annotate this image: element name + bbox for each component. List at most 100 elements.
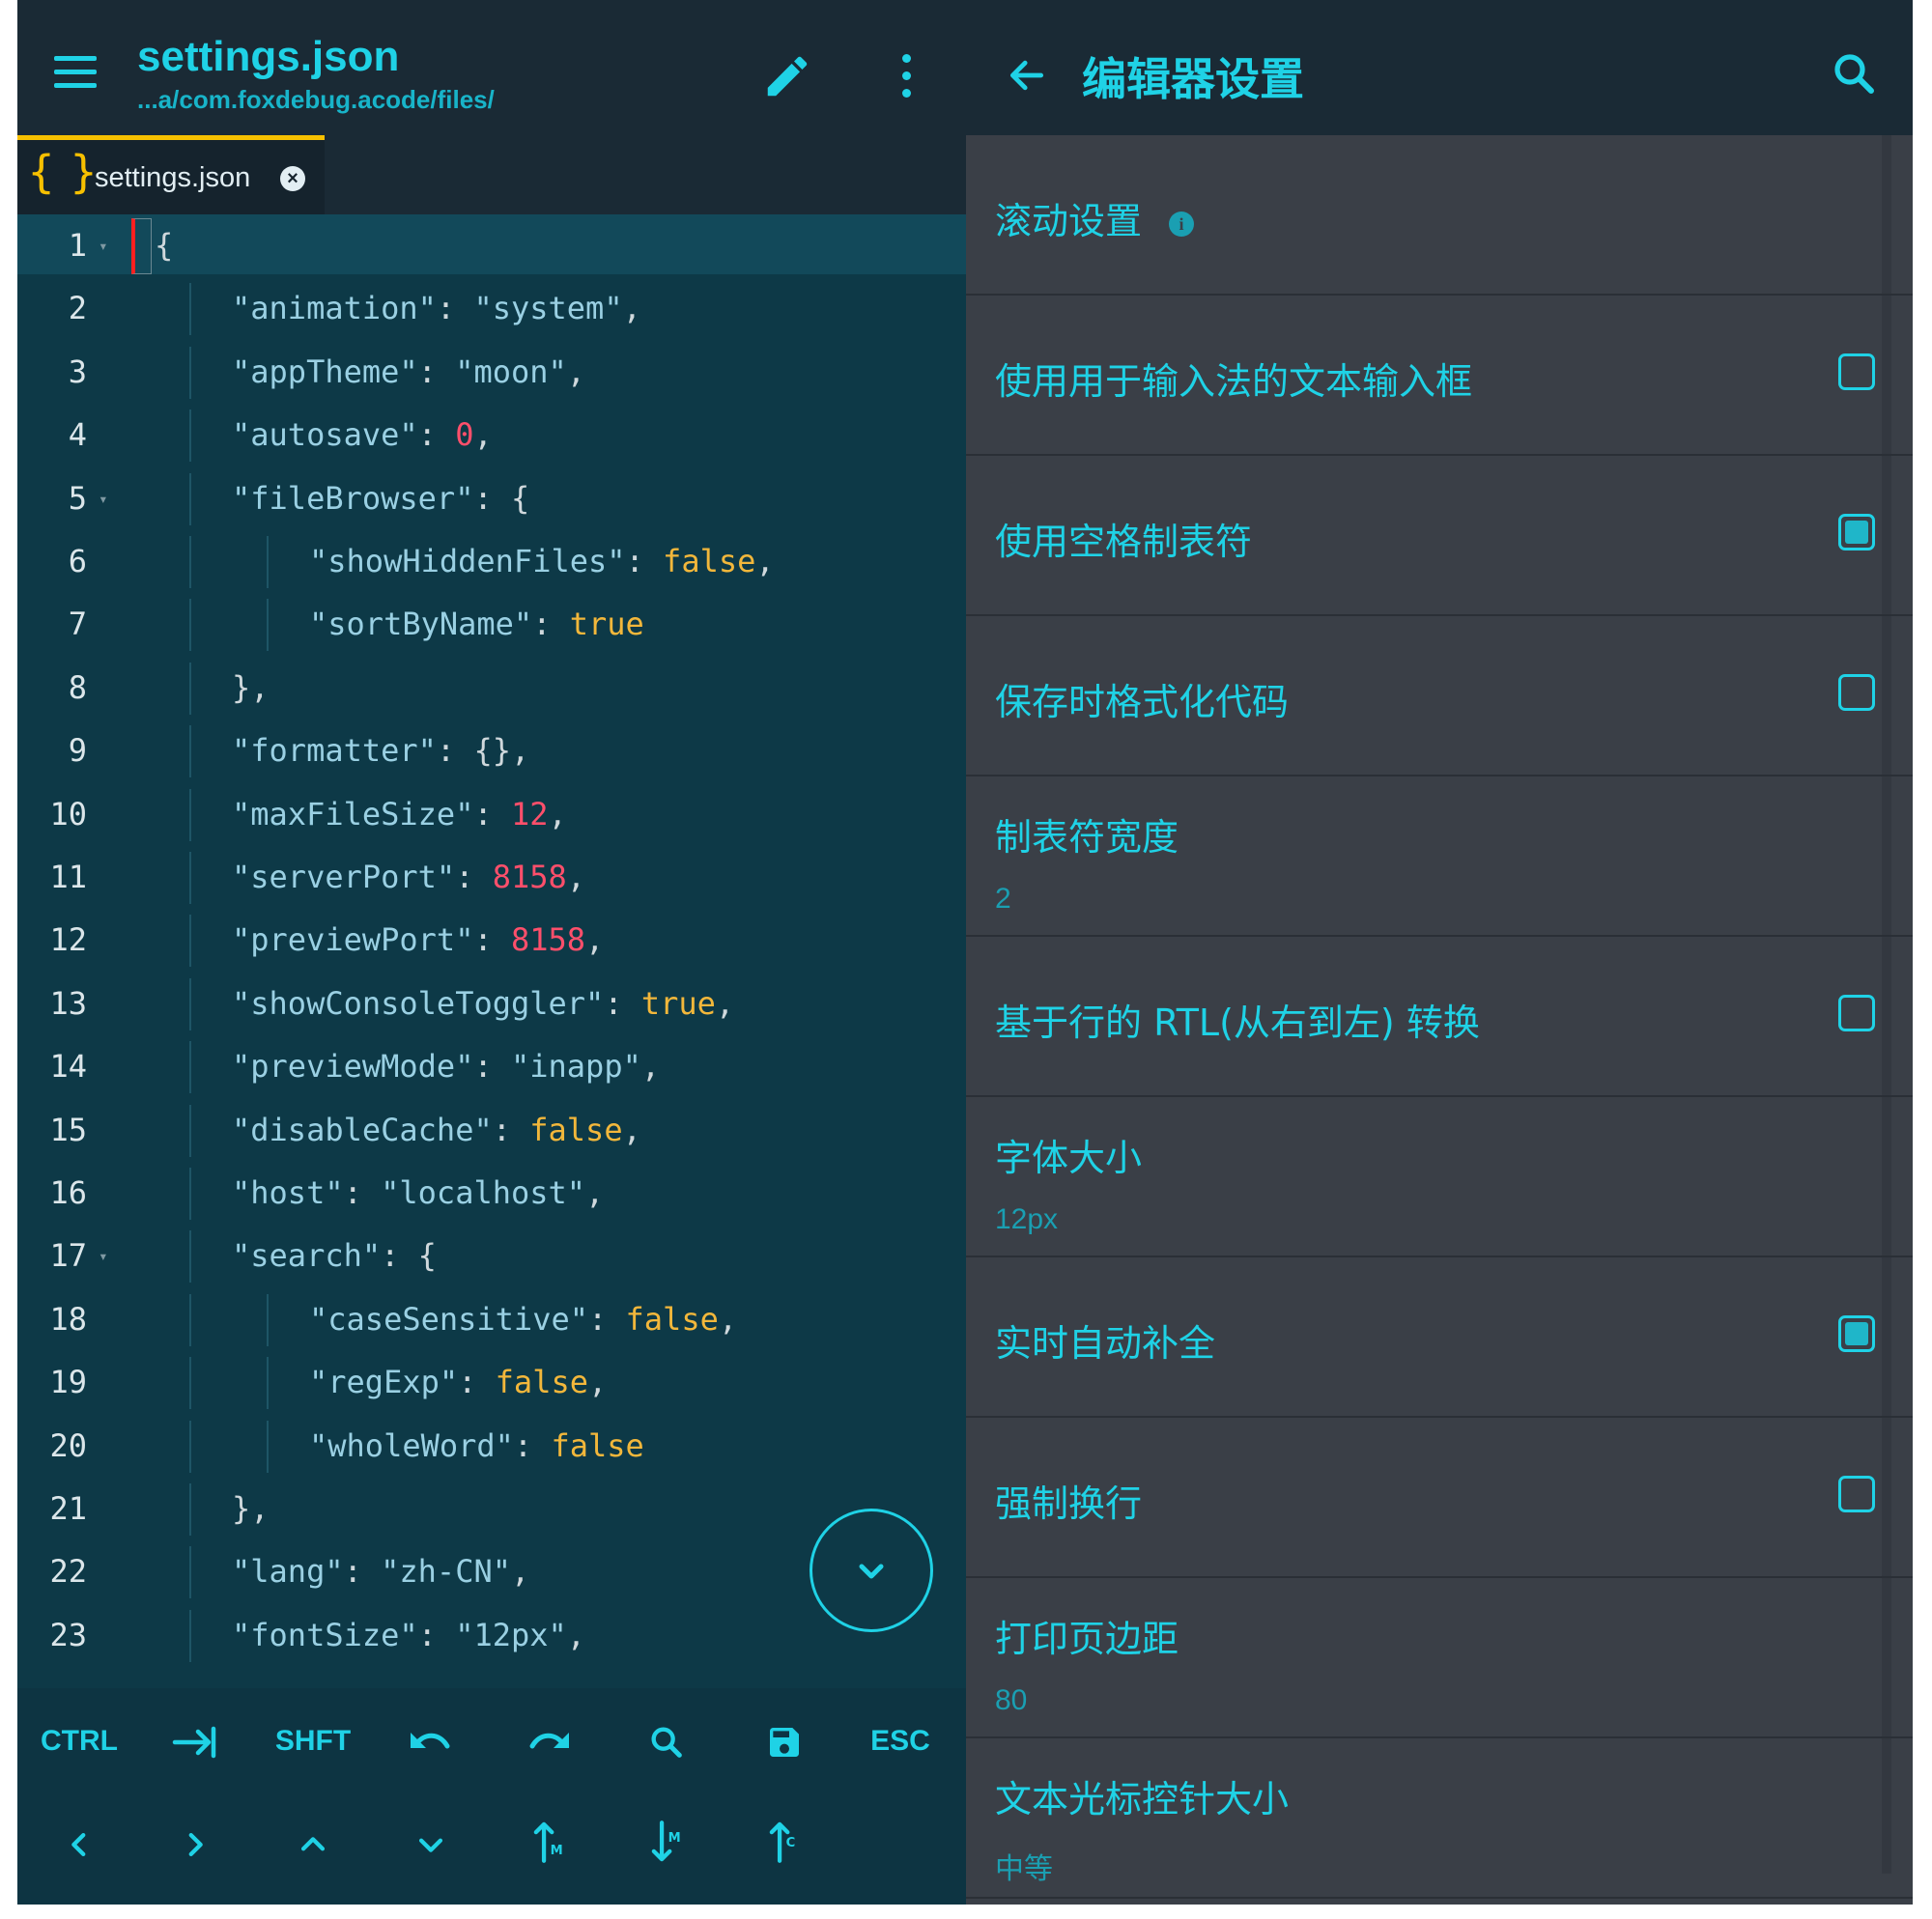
settings-checkbox[interactable] [1838,674,1875,711]
cursor-right-key[interactable] [147,1825,243,1864]
settings-checkbox[interactable] [1838,995,1875,1031]
code-token: : [473,1048,511,1086]
code-line[interactable]: 16 "host": "localhost", [17,1162,966,1225]
code-area[interactable]: 1 ▾ {2 "animation": "system", 3 "appTheme": "… [17,214,966,1688]
code-line[interactable]: 19 "regExp": false, [17,1351,966,1414]
settings-item[interactable]: 基于行的 RTL(从右到左) 转换 [966,937,1913,1097]
fold-arrow-icon[interactable]: ▾ [99,1225,108,1287]
code-line[interactable]: 15 "disableCache": false, [17,1099,966,1162]
back-arrow-icon[interactable] [1005,54,1049,97]
code-token: , [718,1300,738,1338]
info-icon[interactable]: i [1169,211,1195,237]
code-token: : [625,543,664,579]
code-token: , [622,1111,641,1148]
code-token: : [473,921,511,959]
fold-arrow-icon[interactable]: ▾ [99,467,108,530]
line-number: 11 [49,859,87,895]
code-line[interactable]: 11 "serverPort": 8158, [17,846,966,909]
code-line[interactable]: 12 "previewPort": 8158, [17,909,966,972]
code-token: : {}, [436,732,530,770]
code-line[interactable]: 4 "autosave": 0, [17,404,966,466]
shift-key[interactable]: SHFT [265,1725,361,1758]
code-line[interactable]: 14 "previewMode": "inapp", [17,1035,966,1098]
code-line[interactable]: 9 "formatter": {}, [17,720,966,782]
code-line[interactable]: 20 "wholeWord": false [17,1415,966,1478]
code-line[interactable]: 6 "showHiddenFiles": false, [17,530,966,593]
settings-item-value: 80 [995,1684,1028,1716]
json-file-icon: { } [27,146,99,198]
move-line-up-key[interactable]: M [500,1820,597,1864]
save-key[interactable] [736,1723,833,1762]
settings-item[interactable]: 保存时格式化代码 [966,616,1913,776]
settings-checkbox[interactable] [1838,1476,1875,1512]
ctrl-key[interactable]: CTRL [31,1725,128,1758]
code-token: }, [232,668,270,706]
search-icon[interactable] [1831,50,1877,97]
settings-checkbox[interactable] [1838,514,1875,550]
code-line[interactable]: 5 ▾ "fileBrowser": { [17,467,966,530]
code-token: "serverPort" [232,859,456,895]
indent-guide [189,409,191,463]
tab-key[interactable] [147,1723,243,1762]
code-line[interactable]: 10 "maxFileSize": 12, [17,783,966,846]
settings-item[interactable]: 字体大小 12px [966,1097,1913,1257]
code-line[interactable]: 7 "sortByName": true [17,593,966,656]
settings-item[interactable]: 滚动设置 i [966,135,1913,296]
code-text: "search": { [232,1225,437,1287]
line-number: 6 [68,543,87,579]
settings-checkbox[interactable] [1838,353,1875,390]
redo-key[interactable] [500,1723,597,1762]
code-line[interactable]: 2 "animation": "system", [17,277,966,340]
code-line[interactable]: 8}, [17,657,966,720]
cursor-up-key[interactable] [265,1825,361,1864]
code-text: "formatter": {}, [232,720,529,782]
line-number: 12 [49,921,87,959]
settings-item[interactable]: 使用用于输入法的文本输入框 [966,296,1913,456]
line-number: 3 [68,353,87,390]
code-token: , [585,1174,605,1211]
code-text: "previewPort": 8158, [232,909,604,972]
undo-key[interactable] [383,1723,479,1762]
settings-item[interactable]: 制表符宽度 2 [966,776,1913,937]
edit-icon[interactable] [761,50,813,102]
menu-icon[interactable] [54,56,97,89]
scroll-down-button[interactable] [810,1509,933,1632]
settings-item[interactable]: 文本光标控针大小 中等 [966,1738,1913,1899]
code-line[interactable]: 18 "caseSensitive": false, [17,1288,966,1351]
move-line-down-key[interactable]: M [618,1820,715,1864]
save-icon [770,1728,799,1757]
code-token: : [417,1616,456,1653]
esc-key[interactable]: ESC [852,1725,949,1758]
settings-checkbox[interactable] [1838,1315,1875,1352]
code-token: false [663,543,756,579]
settings-item[interactable]: 使用空格制表符 [966,456,1913,616]
code-token: "localhost" [381,1174,586,1211]
settings-item[interactable]: 打印页边距 80 [966,1578,1913,1738]
code-line[interactable]: 17 ▾ "search": { [17,1225,966,1287]
search-key[interactable] [618,1723,715,1762]
move-line-up-icon: M [533,1821,563,1863]
settings-item-label: 基于行的 RTL(从右到左) 转换 [995,1002,1480,1044]
settings-item[interactable]: 实时自动补全 [966,1257,1913,1418]
indent-guide [267,599,269,652]
code-token: "showConsoleToggler" [232,984,605,1022]
code-token: "appTheme" [232,353,418,390]
code-line[interactable]: 3 "appTheme": "moon", [17,341,966,404]
copy-line-up-key[interactable]: C [736,1820,833,1864]
code-token: : [513,1426,552,1464]
code-line[interactable]: 1 ▾ { [17,214,966,277]
code-text: "autosave": 0, [232,404,493,466]
close-tab-icon[interactable]: × [280,166,305,191]
cursor-left-key[interactable] [31,1825,128,1864]
code-line[interactable]: 13 "showConsoleToggler": true, [17,973,966,1035]
code-text: "showHiddenFiles": false, [309,530,775,593]
file-tab[interactable]: { } settings.json × [17,135,325,214]
fold-arrow-icon[interactable]: ▾ [99,214,108,277]
settings-item[interactable]: 强制换行 [966,1418,1913,1578]
indent-guide [189,662,191,715]
code-token: "12px" [455,1616,567,1653]
cursor-down-key[interactable] [383,1825,479,1864]
more-options-icon[interactable] [898,54,914,99]
code-token: }, [232,1490,270,1527]
code-line[interactable]: 23 "fontSize": "12px", [17,1604,966,1667]
